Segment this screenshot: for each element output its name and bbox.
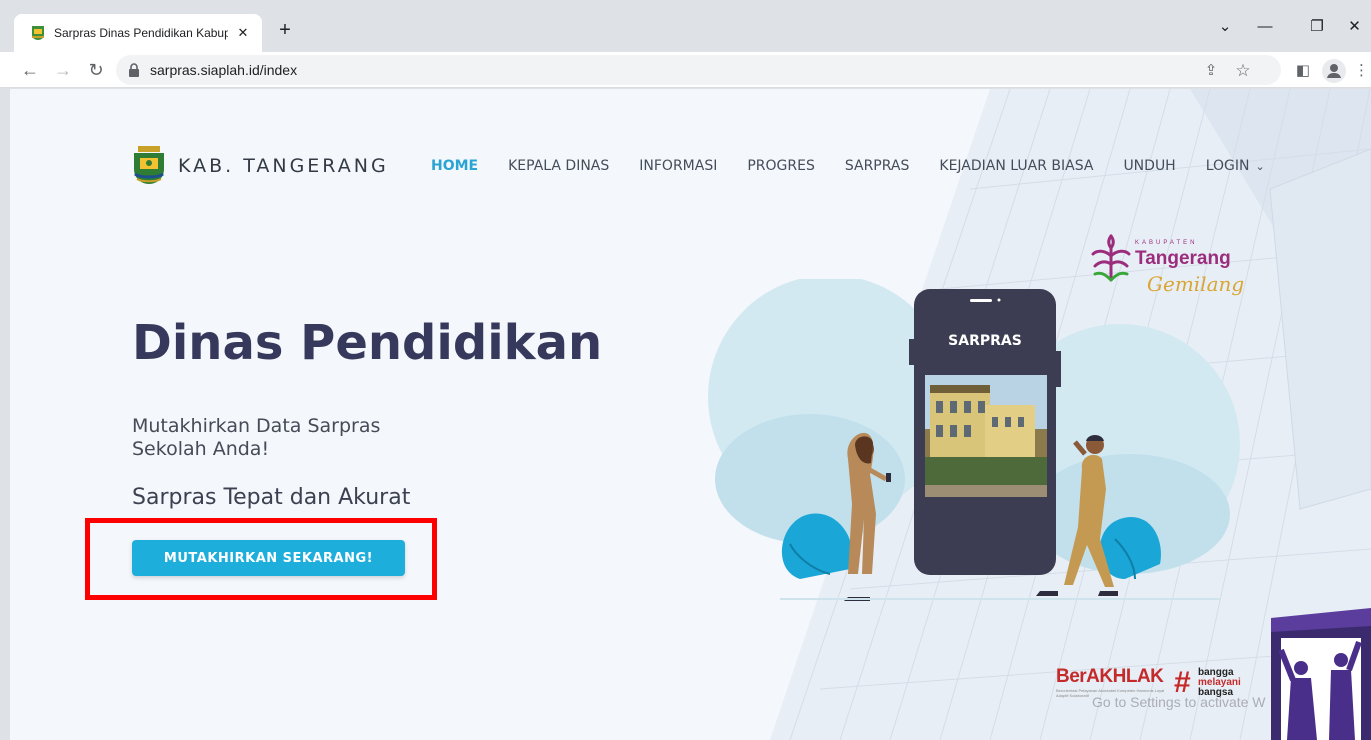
- url-text: sarpras.siaplah.id/index: [150, 62, 298, 78]
- nav-informasi[interactable]: INFORMASI: [639, 158, 717, 174]
- site-name: KAB. TANGERANG: [178, 155, 389, 177]
- close-window-icon[interactable]: ✕: [1338, 12, 1371, 40]
- kab-tangerang-emblem-icon: [134, 146, 164, 184]
- nav-unduh[interactable]: UNDUH: [1123, 158, 1175, 174]
- profile-avatar-icon[interactable]: [1322, 59, 1346, 83]
- nav-login[interactable]: LOGIN ⌄: [1206, 158, 1265, 174]
- share-icon[interactable]: ⇪: [1200, 60, 1222, 82]
- browser-tabstrip: Sarpras Dinas Pendidikan Kabup ✕ + ⌄ — ❐…: [0, 0, 1371, 52]
- browser-toolbar: ← → ↻ sarpras.siaplah.id/index ⇪ ☆ ◧ ⋮: [0, 52, 1371, 88]
- lock-icon: [128, 63, 140, 77]
- kabupaten-label: KABUPATEN: [1135, 240, 1198, 246]
- page-viewport: KAB. TANGERANG HOME KEPALA DINAS INFORMA…: [10, 89, 1371, 740]
- nav-login-label: LOGIN: [1205, 158, 1250, 174]
- nav-sarpras[interactable]: SARPRAS: [845, 158, 910, 174]
- hero-title: Dinas Pendidikan: [132, 315, 603, 371]
- gemilang-label: Gemilang: [1147, 272, 1245, 296]
- forward-arrow-icon[interactable]: →: [49, 56, 77, 84]
- address-bar[interactable]: sarpras.siaplah.id/index: [116, 55, 1281, 85]
- browser-tab[interactable]: Sarpras Dinas Pendidikan Kabup ✕: [14, 14, 262, 52]
- bookmark-star-icon[interactable]: ☆: [1232, 60, 1254, 82]
- side-panel-icon[interactable]: ◧: [1292, 60, 1314, 82]
- site-favicon-icon: [30, 25, 46, 41]
- berakhlak-label: BerAKHLAK: [1056, 666, 1164, 687]
- hero-illustration: [708, 279, 1240, 601]
- reload-icon[interactable]: ↻: [82, 56, 110, 84]
- browser-menu-icon[interactable]: ⋮: [1354, 60, 1369, 82]
- nav-kejadian-luar-biasa[interactable]: KEJADIAN LUAR BIASA: [939, 158, 1093, 174]
- nav-progres[interactable]: PROGRES: [747, 158, 815, 174]
- tangerang-label: Tangerang: [1135, 248, 1231, 269]
- tab-search-dropdown-icon[interactable]: ⌄: [1205, 12, 1245, 40]
- phone-screen-label: SARPRAS: [948, 333, 1022, 349]
- back-arrow-icon[interactable]: ←: [16, 56, 44, 84]
- restore-window-icon[interactable]: ❐: [1297, 12, 1337, 40]
- tangerang-tree-icon: [1091, 234, 1131, 282]
- mutakhirkan-sekarang-button[interactable]: MUTAKHIRKAN SEKARANG!: [132, 540, 405, 576]
- minimize-window-icon[interactable]: —: [1245, 12, 1285, 40]
- hero-subtitle: Mutakhirkan Data Sarpras Sekolah Anda!: [132, 415, 381, 460]
- new-tab-button[interactable]: +: [272, 17, 298, 43]
- nav-kepala-dinas[interactable]: KEPALA DINAS: [508, 158, 609, 174]
- tab-title: Sarpras Dinas Pendidikan Kabup: [54, 26, 228, 40]
- nav-home[interactable]: HOME: [431, 158, 478, 174]
- site-logo[interactable]: KAB. TANGERANG: [132, 146, 389, 186]
- tangerang-gemilang-logo: KABUPATEN Tangerang Gemilang: [1085, 234, 1265, 304]
- corner-people-artwork: [1271, 608, 1371, 740]
- hero-tagline: Sarpras Tepat dan Akurat: [132, 485, 411, 510]
- tab-close-icon[interactable]: ✕: [234, 25, 252, 41]
- activate-windows-watermark: Go to Settings to activate W: [1092, 694, 1266, 710]
- main-nav: HOME KEPALA DINAS INFORMASI PROGRES SARP…: [431, 158, 1295, 174]
- chevron-down-icon: ⌄: [1255, 160, 1265, 173]
